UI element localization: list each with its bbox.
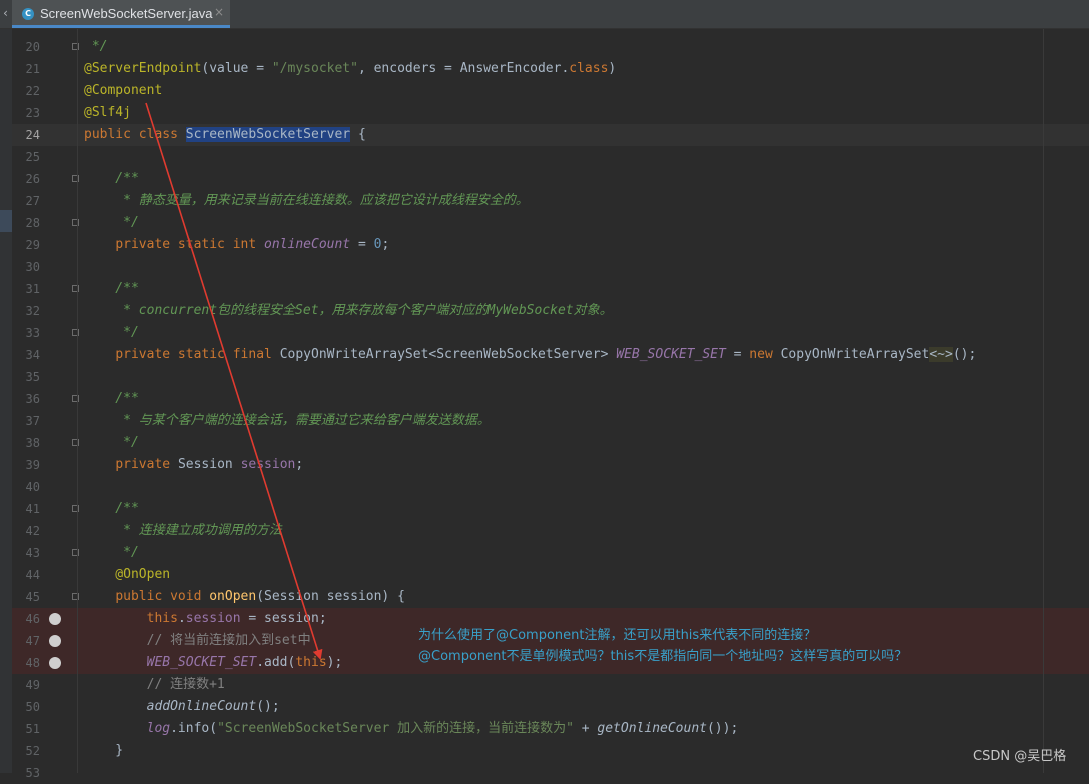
watermark: CSDN @吴巴格 [973,749,1067,764]
annotation-line-2: @Component不是单例模式吗？this不是都指向同一个地址吗？这样写真的可… [418,649,908,664]
annotation-line-1: 为什么使用了@Component注解，还可以用this来代表不同的连接？ [418,628,817,643]
annotation-note: 为什么使用了@Component注解，还可以用this来代表不同的连接？ @Co… [418,625,907,667]
